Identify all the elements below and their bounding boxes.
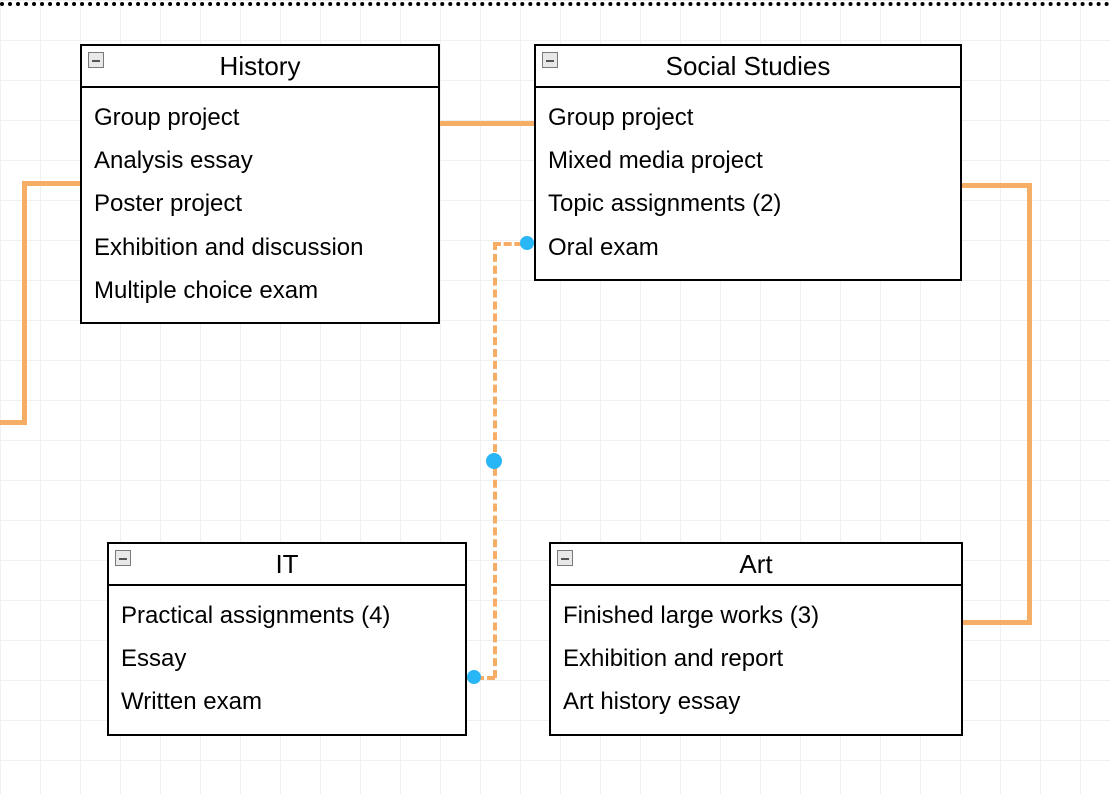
entity-row[interactable]: Topic assignments (2): [548, 182, 948, 225]
entity-row[interactable]: Oral exam: [548, 226, 948, 269]
entity-row[interactable]: Multiple choice exam: [94, 269, 426, 312]
entity-row[interactable]: Written exam: [121, 680, 453, 723]
entity-row[interactable]: Art history essay: [563, 680, 949, 723]
connector-social-art-h2[interactable]: [960, 620, 1032, 625]
connector-history-left-h[interactable]: [22, 181, 82, 186]
entity-row[interactable]: Mixed media project: [548, 139, 948, 182]
entity-history[interactable]: History Group project Analysis essay Pos…: [80, 44, 440, 324]
collapse-icon[interactable]: [115, 550, 131, 566]
entity-row[interactable]: Analysis essay: [94, 139, 426, 182]
entity-title: IT: [275, 549, 298, 580]
entity-row[interactable]: Essay: [121, 637, 453, 680]
entity-it[interactable]: IT Practical assignments (4) Essay Writt…: [107, 542, 467, 736]
entity-social-header[interactable]: Social Studies: [536, 46, 960, 88]
entity-title: History: [220, 51, 301, 82]
entity-it-header[interactable]: IT: [109, 544, 465, 586]
entity-it-rows: Practical assignments (4) Essay Written …: [109, 586, 465, 734]
entity-row[interactable]: Group project: [94, 96, 426, 139]
sel-endpoint-social[interactable]: [520, 236, 534, 250]
sel-midpoint[interactable]: [486, 453, 502, 469]
entity-row[interactable]: Finished large works (3): [563, 594, 949, 637]
entity-row[interactable]: Practical assignments (4): [121, 594, 453, 637]
collapse-icon[interactable]: [88, 52, 104, 68]
entity-social-rows: Group project Mixed media project Topic …: [536, 88, 960, 279]
entity-art[interactable]: Art Finished large works (3) Exhibition …: [549, 542, 963, 736]
entity-title: Social Studies: [666, 51, 831, 82]
entity-row[interactable]: Poster project: [94, 182, 426, 225]
page-boundary-top: [0, 2, 1110, 6]
entity-art-rows: Finished large works (3) Exhibition and …: [551, 586, 961, 734]
diagram-canvas[interactable]: History Group project Analysis essay Pos…: [0, 0, 1110, 794]
collapse-icon[interactable]: [542, 52, 558, 68]
connector-history-left-bottom[interactable]: [0, 420, 27, 425]
connector-history-social[interactable]: [438, 121, 536, 126]
entity-row[interactable]: Exhibition and discussion: [94, 226, 426, 269]
entity-row[interactable]: Group project: [548, 96, 948, 139]
connector-social-art-v[interactable]: [1027, 183, 1032, 625]
collapse-icon[interactable]: [557, 550, 573, 566]
entity-social-studies[interactable]: Social Studies Group project Mixed media…: [534, 44, 962, 281]
connector-history-left-v[interactable]: [22, 181, 27, 425]
entity-row[interactable]: Exhibition and report: [563, 637, 949, 680]
connector-social-art-h1[interactable]: [960, 183, 1032, 188]
entity-art-header[interactable]: Art: [551, 544, 961, 586]
entity-history-rows: Group project Analysis essay Poster proj…: [82, 88, 438, 322]
entity-title: Art: [739, 549, 772, 580]
entity-history-header[interactable]: History: [82, 46, 438, 88]
sel-endpoint-it[interactable]: [467, 670, 481, 684]
